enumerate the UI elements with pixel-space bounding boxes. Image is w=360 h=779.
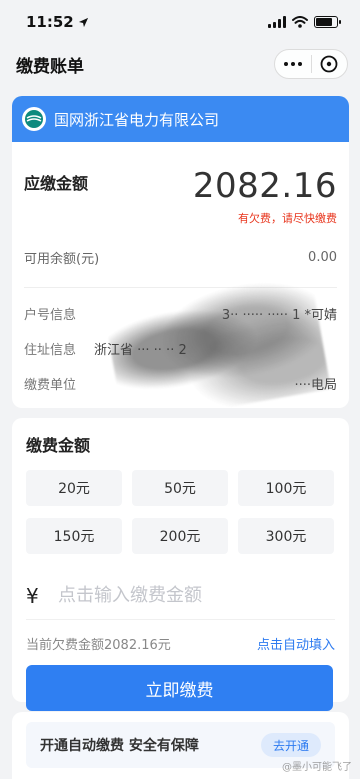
account-details: 户号信息 3·· ····· ····· 1 *可婧 住址信息 浙江省 ··· … xyxy=(12,270,349,408)
amount-options: 20元 50元 100元 150元 200元 300元 xyxy=(26,470,335,554)
detail-label: 缴费单位 xyxy=(24,378,77,393)
amount-option[interactable]: 100元 xyxy=(238,470,334,506)
more-dots-icon xyxy=(283,62,302,66)
currency-symbol: ¥ xyxy=(26,583,39,608)
detail-label: 户号信息 xyxy=(24,308,77,323)
watermark: @墨小可能飞了 xyxy=(282,762,352,773)
close-button[interactable] xyxy=(312,50,348,78)
state-grid-logo-icon xyxy=(22,107,46,131)
wifi-icon xyxy=(292,16,308,28)
status-time: 11:52 xyxy=(26,13,74,31)
redaction-scribble xyxy=(103,270,331,408)
current-due-text: 当前欠费金额2082.16元 xyxy=(26,638,171,653)
bill-card: 国网浙江省电力有限公司 应缴金额 2082.16 有欠费，请尽快缴费 可用余额(… xyxy=(12,96,349,408)
mini-program-capsule xyxy=(274,49,348,79)
amount-label: 应缴金额 xyxy=(24,174,89,193)
amount-input[interactable] xyxy=(58,585,335,606)
payment-title: 缴费金额 xyxy=(26,436,91,455)
amount-row: 应缴金额 2082.16 xyxy=(12,142,349,214)
amount-input-row: ¥ xyxy=(26,572,335,620)
balance-label: 可用余额(元) xyxy=(24,252,100,267)
overdue-notice: 有欠费，请尽快缴费 xyxy=(238,212,337,225)
amount-option[interactable]: 200元 xyxy=(132,518,228,554)
close-circle-icon xyxy=(320,55,338,73)
balance-row: 可用余额(元) 0.00 xyxy=(12,248,349,267)
battery-icon xyxy=(314,16,341,28)
amount-option[interactable]: 300元 xyxy=(238,518,334,554)
location-arrow-icon xyxy=(78,17,88,27)
auto-pay-text: 开通自动缴费 安全有保障 xyxy=(40,738,199,754)
autofill-link[interactable]: 点击自动填入 xyxy=(257,634,335,653)
more-button[interactable] xyxy=(275,50,311,78)
amount-option[interactable]: 50元 xyxy=(132,470,228,506)
nav-bar: 缴费账单 xyxy=(0,44,360,84)
balance-value: 0.00 xyxy=(308,250,337,265)
enable-auto-pay-button[interactable]: 去开通 xyxy=(260,733,321,757)
status-icons xyxy=(268,16,341,28)
payment-card: 缴费金额 20元 50元 100元 150元 200元 300元 ¥ 当前欠费金… xyxy=(12,418,349,711)
cellular-signal-icon xyxy=(268,16,286,28)
pay-now-button[interactable]: 立即缴费 xyxy=(26,665,333,711)
amount-value: 2082.16 xyxy=(192,166,337,206)
current-due-row: 当前欠费金额2082.16元 点击自动填入 xyxy=(26,634,335,653)
page-title: 缴费账单 xyxy=(16,56,84,77)
amount-option[interactable]: 150元 xyxy=(26,518,122,554)
company-name: 国网浙江省电力有限公司 xyxy=(54,110,220,129)
status-bar: 11:52 xyxy=(0,0,360,44)
status-time-group: 11:52 xyxy=(26,13,89,31)
amount-option[interactable]: 20元 xyxy=(26,470,122,506)
company-header: 国网浙江省电力有限公司 xyxy=(12,96,349,142)
detail-label: 住址信息 xyxy=(24,343,77,358)
